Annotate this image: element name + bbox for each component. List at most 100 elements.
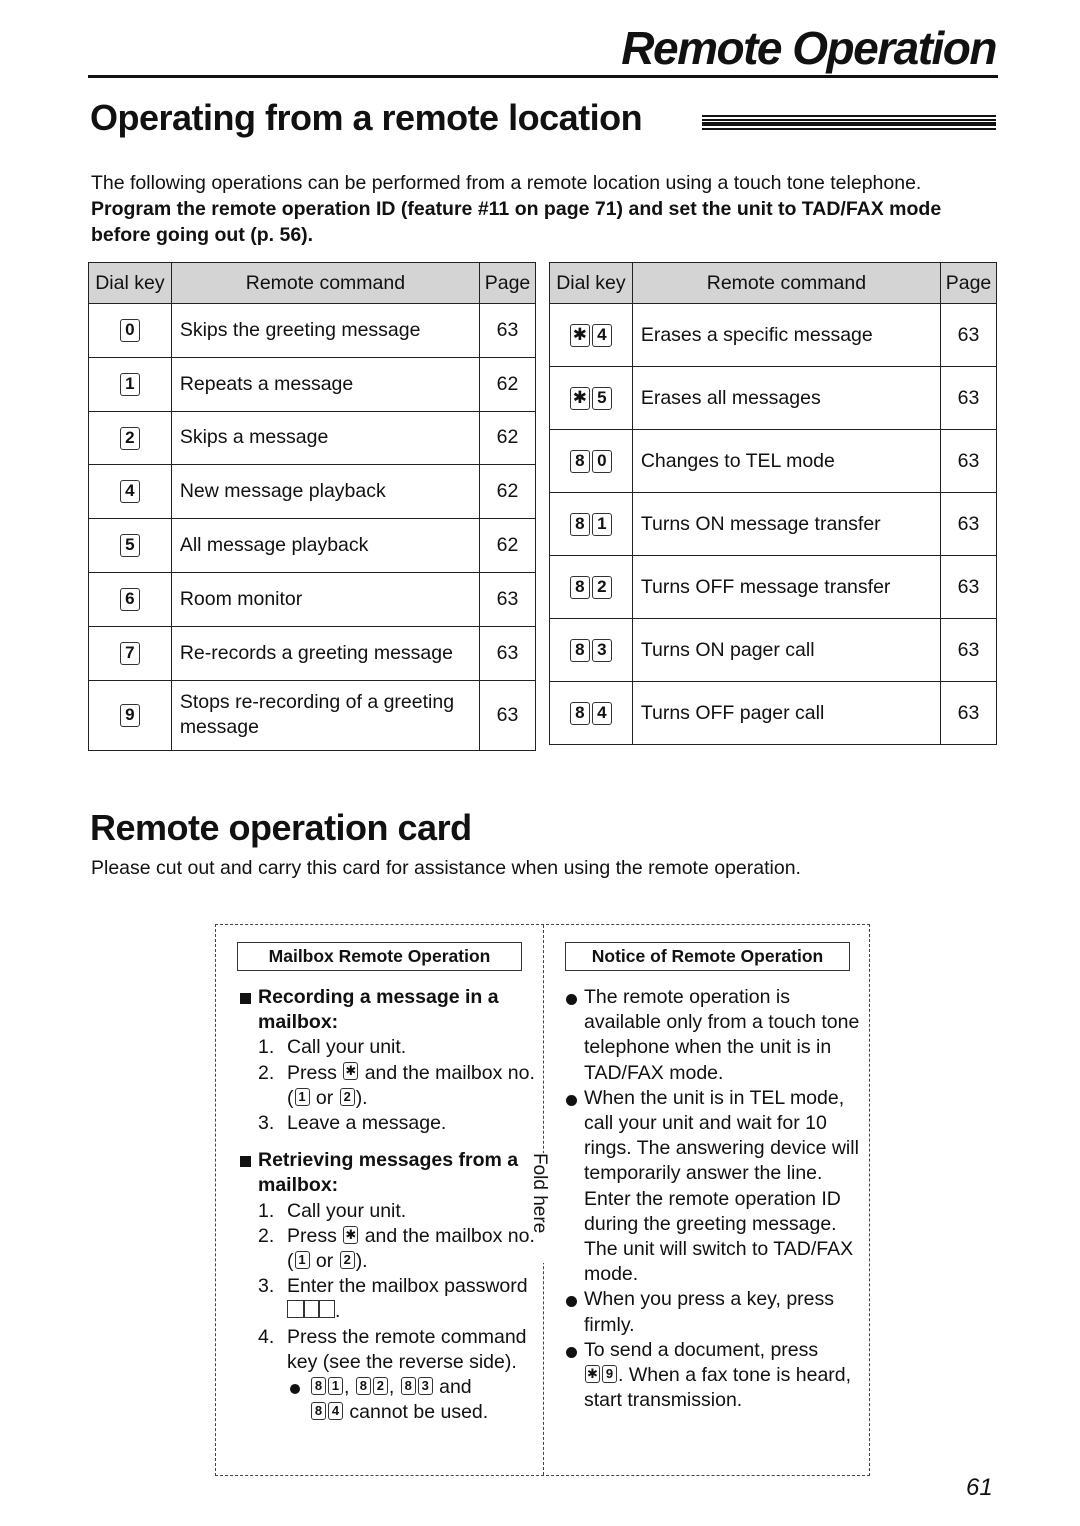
key-2-icon: 2 xyxy=(119,426,140,450)
notice-text: To send a document, press xyxy=(584,1338,819,1361)
dial-key-cell: 5 xyxy=(88,518,172,573)
step-text: Call your unit. xyxy=(287,1199,407,1222)
dial-key-cell: 83 xyxy=(549,618,633,682)
table-row: 9 Stops re-recording of a greeting messag… xyxy=(88,679,536,751)
table-row: 7 Re-records a greeting message 63 xyxy=(88,625,536,681)
key-8-icon: 8 xyxy=(569,575,590,599)
key-5-icon: 5 xyxy=(119,534,140,558)
recording-step-2: 2. Press ✱ and the mailbox no. (1 or 2). xyxy=(258,1061,535,1109)
table-header-row: Dial key Remote command Page xyxy=(88,262,536,304)
key-0-icon: 0 xyxy=(591,449,612,473)
note-text: cannot be used. xyxy=(349,1401,489,1424)
page-header: Remote Operation xyxy=(88,22,998,78)
key-2-icon: 2 xyxy=(339,1087,355,1106)
key-8-icon: 8 xyxy=(311,1376,326,1395)
recording-step-3: 3. Leave a message. xyxy=(258,1112,447,1135)
page-cell: 62 xyxy=(479,356,536,412)
dial-key-cell: 6 xyxy=(88,571,172,627)
command-cell: Skips a message xyxy=(170,410,481,466)
dial-key-cell: 9 xyxy=(88,679,172,751)
step-text: Press xyxy=(287,1224,337,1247)
table-row: 6 Room monitor 63 xyxy=(88,571,536,627)
table-row: 8 3 Turns ON pager call 63 xyxy=(549,618,997,682)
recording-subheading: Recording a message in a mailbox: xyxy=(240,985,540,1035)
section-title-remote-location: Operating from a remote location xyxy=(90,97,643,138)
header-page: Page xyxy=(940,262,997,304)
star-key-icon: ✱ xyxy=(343,1225,359,1244)
command-cell: Turns ON message transfer xyxy=(631,492,942,556)
step-text: Press the remote command key (see the re… xyxy=(287,1325,527,1373)
step-text: Call your unit. xyxy=(287,1036,407,1059)
password-boxes-icon xyxy=(287,1300,335,1319)
page-cell: 62 xyxy=(479,464,536,520)
notice-text: When the unit is in TEL mode, call your … xyxy=(584,1086,859,1235)
header-dial-key: Dial key xyxy=(88,262,172,304)
key-2-icon: 2 xyxy=(372,1376,388,1395)
key-0-icon: 0 xyxy=(119,319,140,343)
bullet-icon xyxy=(566,1094,577,1106)
table-row: ✱ 4 Erases a specific message 63 xyxy=(549,303,997,367)
command-cell: Room monitor xyxy=(170,571,481,627)
table-row: 0 Skips the greeting message 63 xyxy=(88,303,536,358)
table-header-row: Dial key Remote command Page xyxy=(549,262,997,304)
key-8-icon: 8 xyxy=(400,1376,416,1395)
key-2-icon: 2 xyxy=(591,575,612,599)
key-1-icon: 1 xyxy=(294,1250,310,1269)
table-row: 1 Repeats a message 62 xyxy=(88,356,536,412)
notice-item: When the unit is in TEL mode, call your … xyxy=(566,1086,866,1288)
header-dial-key: Dial key xyxy=(549,262,633,304)
table-row: 8 2 Turns OFF message transfer 63 xyxy=(549,555,997,619)
command-cell: Turns OFF message transfer xyxy=(631,555,942,619)
command-cell: All message playback xyxy=(170,518,481,573)
retrieving-step-4: 4. Press the remote command key (see the … xyxy=(258,1325,527,1373)
dial-key-cell: 0 xyxy=(88,303,172,358)
key-7-icon: 7 xyxy=(119,641,140,665)
key-8-icon: 8 xyxy=(569,638,590,662)
page-cell: 63 xyxy=(479,303,536,358)
bullet-icon xyxy=(290,1384,300,1395)
retrieving-title: Retrieving messages from a mailbox: xyxy=(258,1149,519,1197)
bullet-icon xyxy=(566,1296,577,1308)
key-4-icon: 4 xyxy=(591,323,612,347)
notice-item: To send a document, press ✱ 9. When a fax … xyxy=(566,1338,866,1414)
key-8-icon: 8 xyxy=(355,1376,371,1395)
notice-text: The remote operation is available only f… xyxy=(584,986,860,1084)
step-text: Leave a message. xyxy=(287,1112,447,1135)
star-key-icon: ✱ xyxy=(585,1364,600,1383)
square-bullet-icon xyxy=(240,993,251,1004)
retrieving-step-3: 3. Enter the mailbox password . xyxy=(258,1275,528,1323)
notice-column: The remote operation is available only f… xyxy=(566,985,866,1413)
table-row: 8 4 Turns OFF pager call 63 xyxy=(549,681,997,745)
step-text: Enter the mailbox password xyxy=(287,1275,528,1298)
dial-key-cell: 2 xyxy=(88,410,172,466)
key-6-icon: 6 xyxy=(119,588,140,612)
command-cell: Erases a specific message xyxy=(631,303,942,367)
recording-title: Recording a message in a mailbox: xyxy=(258,986,499,1034)
step-text: or xyxy=(315,1250,334,1273)
page-cell: 63 xyxy=(940,366,997,430)
step-text: ). xyxy=(355,1250,368,1273)
note-text: and xyxy=(439,1376,472,1399)
dial-key-cell: 81 xyxy=(549,492,633,556)
dial-key-cell: ✱ 4 xyxy=(549,303,633,367)
dial-key-cell: 80 xyxy=(549,429,633,493)
mailbox-column: Recording a message in a mailbox: 1. Call… xyxy=(240,985,540,1425)
title-decorative-rule xyxy=(702,115,996,131)
bullet-icon xyxy=(566,1346,577,1358)
remote-command-table-left: Dial key Remote command Page 0 Skips the … xyxy=(88,262,536,751)
page-cell: 63 xyxy=(940,429,997,493)
command-cell: Skips the greeting message xyxy=(170,303,481,358)
table-row: ✱ 5 Erases all messages 63 xyxy=(549,366,997,430)
dial-key-cell: 84 xyxy=(549,681,633,745)
remote-command-table-right: Dial key Remote command Page ✱ 4 Erases a … xyxy=(549,262,997,745)
dial-key-cell: 7 xyxy=(88,625,172,681)
remote-operation-card: Fold here Mailbox Remote Operation Notic… xyxy=(215,924,870,1476)
key-1-icon: 1 xyxy=(591,512,612,536)
command-cell: Stops re-recording of a greeting message xyxy=(170,679,481,751)
key-1-icon: 1 xyxy=(119,372,140,396)
step-text: ). xyxy=(355,1086,368,1109)
table-row: 8 0 Changes to TEL mode 63 xyxy=(549,429,997,493)
key-8-icon: 8 xyxy=(311,1402,326,1421)
star-key-icon: ✱ xyxy=(569,323,590,347)
dial-key-cell: 1 xyxy=(88,356,172,412)
